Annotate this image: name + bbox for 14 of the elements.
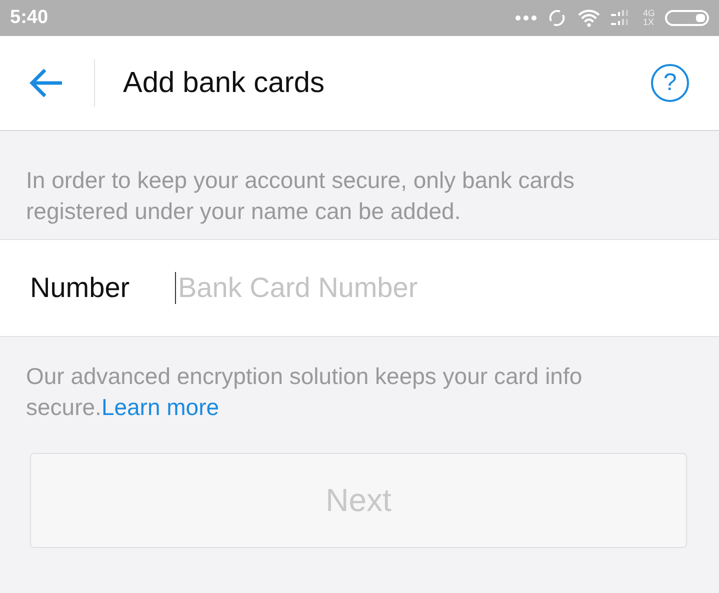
wifi-icon: [576, 9, 601, 27]
status-time: 5:40: [10, 7, 50, 29]
network-label: 4G: [642, 9, 655, 18]
sync-icon: [546, 8, 567, 28]
more-icon: [514, 15, 537, 21]
page-title: Add bank cards: [123, 66, 326, 100]
info-text: Our advanced encryption solution keeps your card info secure.Learn more: [25, 362, 584, 422]
battery-icon: [665, 10, 709, 26]
network-label: 1X: [642, 18, 655, 27]
field-label: Number: [30, 272, 131, 304]
learn-more-link[interactable]: Learn more: [101, 394, 220, 420]
back-button[interactable]: [28, 67, 64, 99]
notice-text: In order to keep your account secure, only bank cards registered under your name can be added.: [25, 166, 576, 226]
help-button[interactable]: ?: [651, 64, 689, 102]
